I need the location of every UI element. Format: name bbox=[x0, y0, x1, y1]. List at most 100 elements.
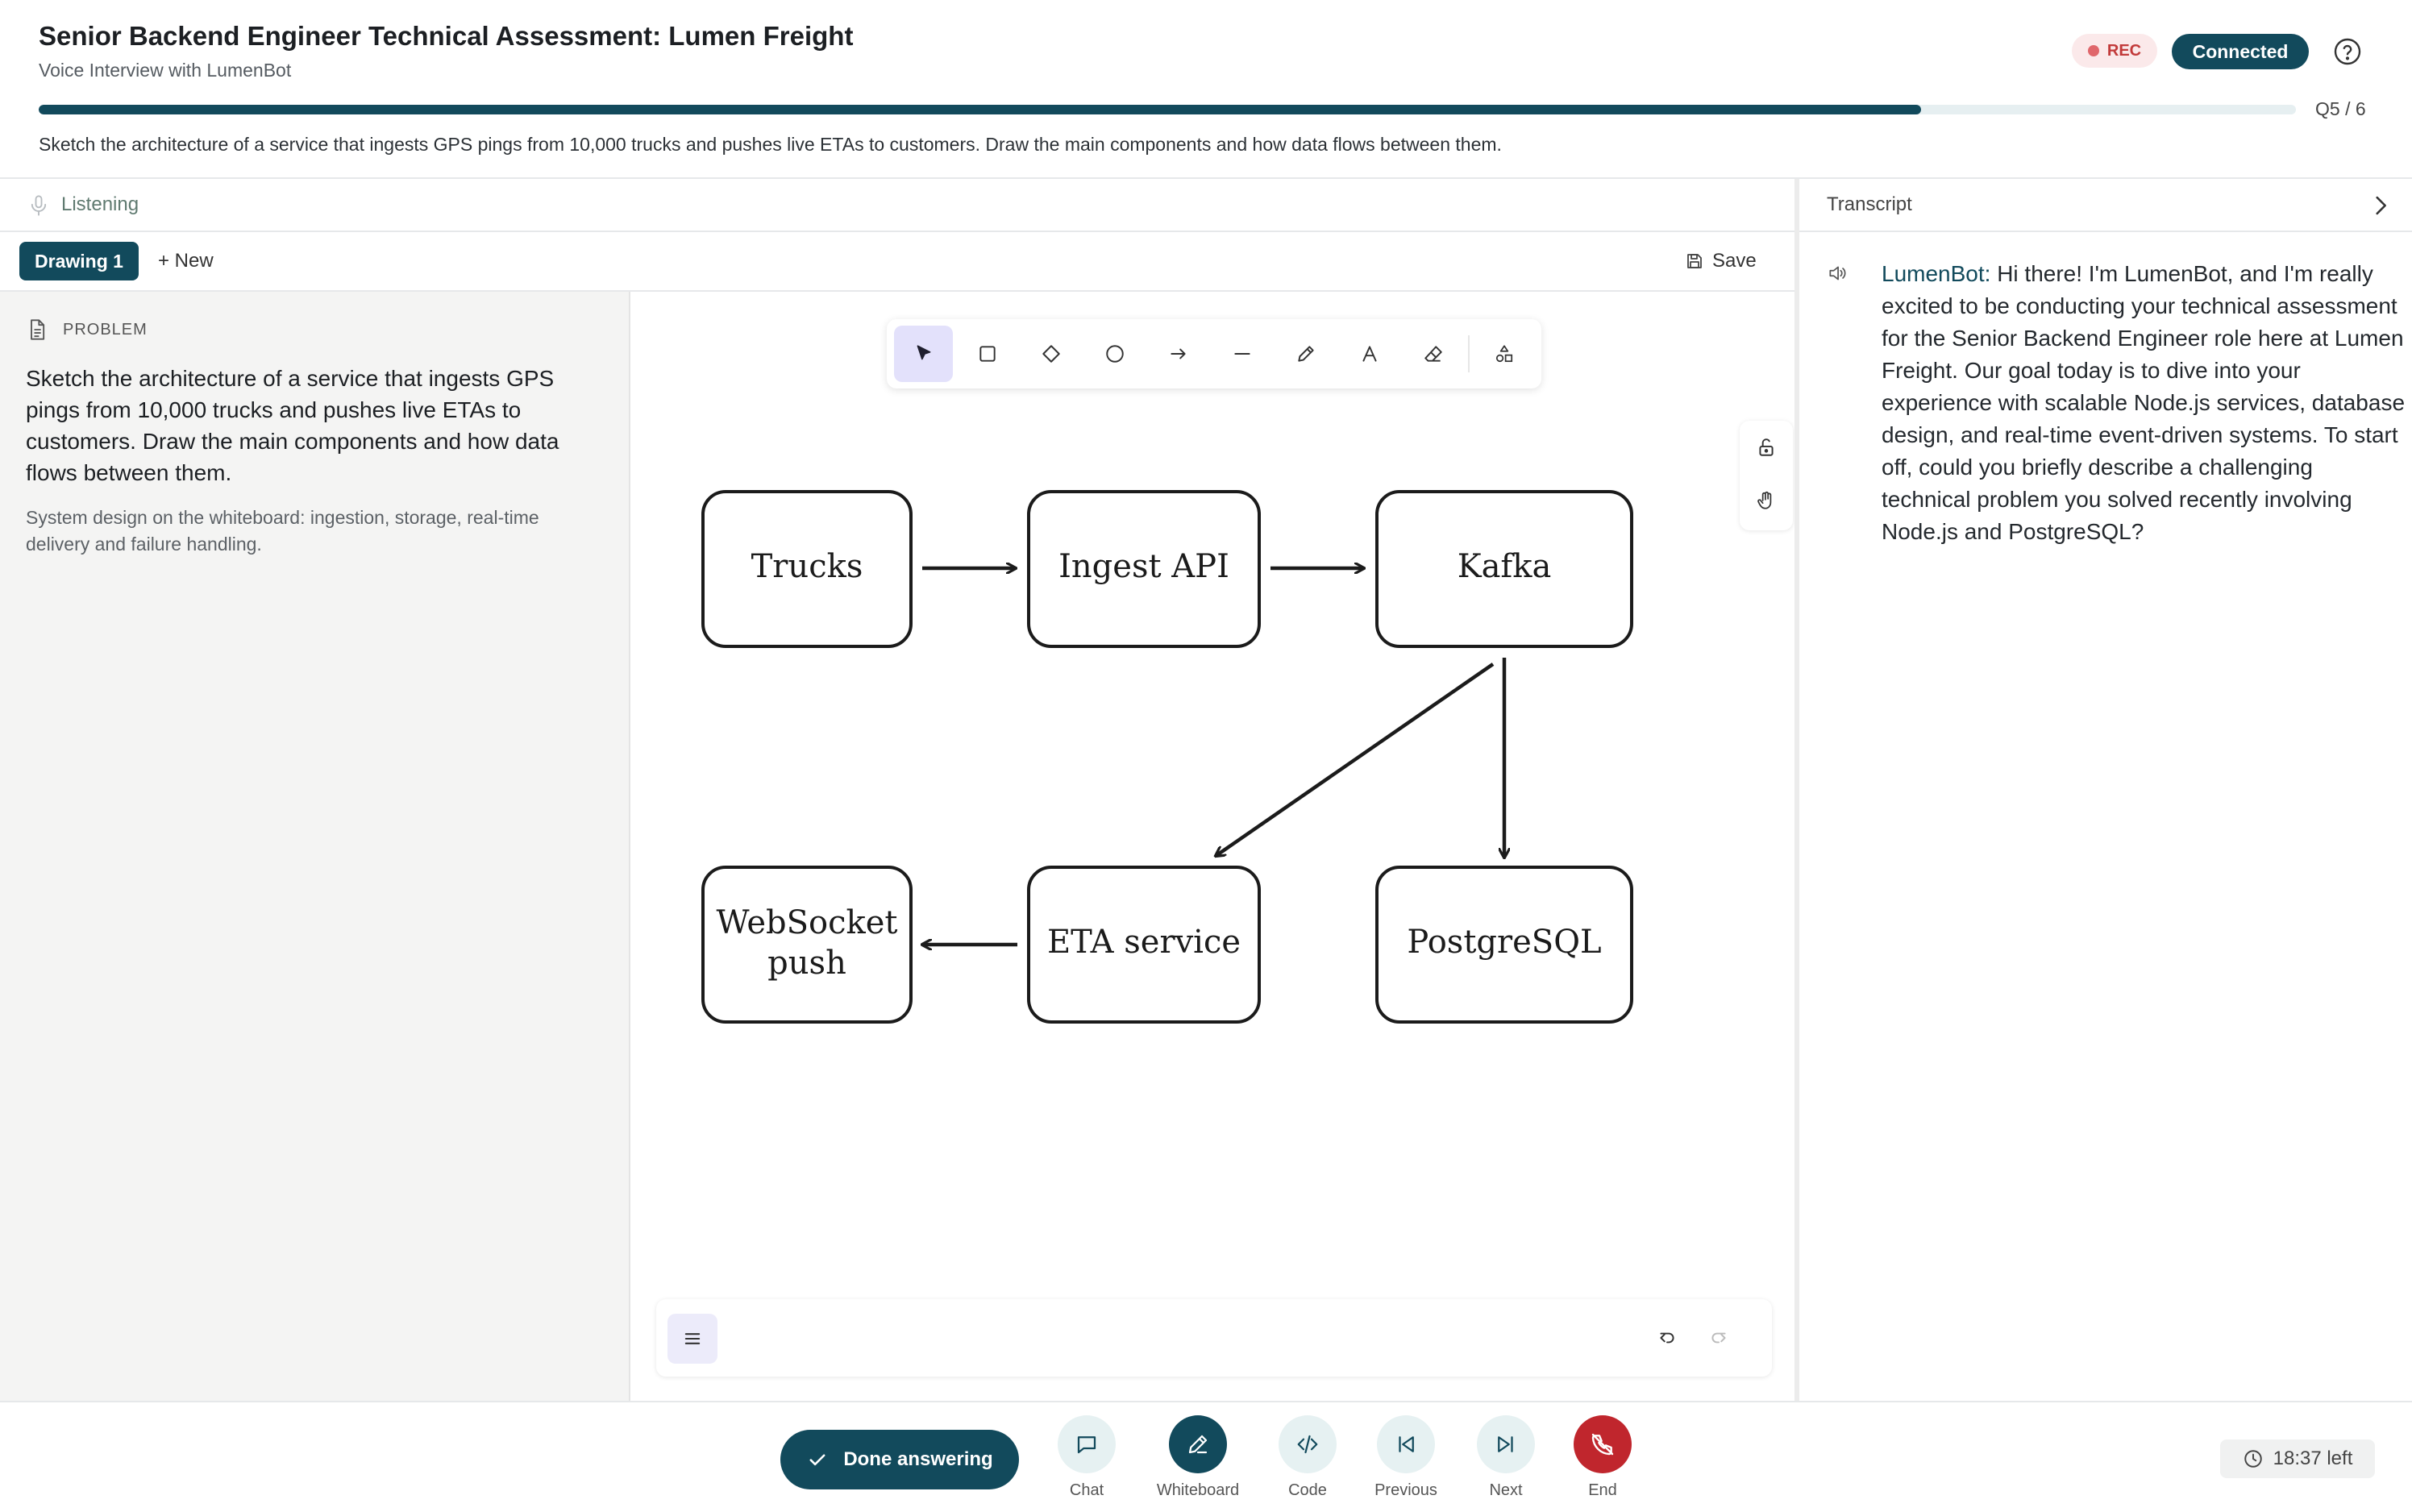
line-tool[interactable] bbox=[1212, 326, 1271, 382]
transcript-title: Transcript bbox=[1827, 193, 1912, 215]
arrow-icon bbox=[1170, 348, 1186, 359]
previous-label: Previous bbox=[1374, 1481, 1437, 1499]
shapes-library-tool[interactable] bbox=[1475, 326, 1534, 382]
undo-button[interactable] bbox=[1648, 1319, 1686, 1357]
problem-note: System design on the whiteboard: ingesti… bbox=[26, 507, 539, 555]
node-trucks[interactable]: Trucks bbox=[701, 490, 913, 648]
text-icon bbox=[1362, 346, 1377, 362]
rec-badge: REC bbox=[2072, 34, 2157, 68]
rectangle-tool[interactable] bbox=[958, 326, 1017, 382]
architecture-diagram[interactable]: Trucks Ingest API Kafka WebSocket push E… bbox=[634, 292, 1794, 1291]
previous-button-circle[interactable] bbox=[1377, 1415, 1435, 1473]
help-icon bbox=[2334, 38, 2361, 65]
save-button[interactable]: Save bbox=[1685, 242, 1757, 280]
new-drawing-button[interactable]: + New bbox=[158, 242, 214, 280]
code-button[interactable]: Code bbox=[1259, 1415, 1356, 1504]
pencil-tool[interactable] bbox=[1276, 326, 1335, 382]
current-question: Sketch the architecture of a service tha… bbox=[39, 134, 1502, 155]
check-icon bbox=[809, 1454, 825, 1466]
problem-heading: PROBLEM bbox=[26, 318, 148, 342]
chat-button-circle[interactable] bbox=[1058, 1415, 1116, 1473]
document-icon bbox=[31, 319, 45, 340]
question-progress-bar bbox=[39, 105, 2296, 114]
canvas-menu-button[interactable] bbox=[667, 1314, 717, 1364]
next-button[interactable]: Next bbox=[1458, 1415, 1554, 1504]
hand-icon bbox=[1757, 491, 1772, 509]
node-postgresql[interactable]: PostgreSQL bbox=[1375, 866, 1633, 1024]
page-title: Senior Backend Engineer Technical Assess… bbox=[39, 21, 854, 51]
chat-icon bbox=[1077, 1436, 1096, 1454]
redo-icon bbox=[1711, 1332, 1726, 1344]
node-kafka-label: Kafka bbox=[1458, 548, 1552, 585]
help-button[interactable] bbox=[2333, 37, 2362, 66]
node-websocket-label-line1: WebSocket bbox=[717, 904, 898, 941]
node-trucks-label: Trucks bbox=[751, 548, 863, 585]
code-icon bbox=[1297, 1435, 1318, 1454]
code-button-circle[interactable] bbox=[1279, 1415, 1337, 1473]
question-progress-fill bbox=[39, 105, 1922, 114]
undo-icon bbox=[1660, 1332, 1674, 1344]
ellipse-tool[interactable] bbox=[1085, 326, 1144, 382]
diamond-tool[interactable] bbox=[1021, 326, 1080, 382]
edge-kafka-to-eta[interactable] bbox=[1216, 663, 1495, 856]
end-label: End bbox=[1588, 1481, 1617, 1499]
problem-statement: Sketch the architecture of a service tha… bbox=[26, 366, 559, 485]
select-icon bbox=[917, 345, 930, 360]
menu-icon bbox=[684, 1333, 701, 1344]
rec-dot-icon bbox=[2087, 45, 2099, 56]
node-websocket-push[interactable]: WebSocket push bbox=[701, 866, 913, 1024]
pen-icon bbox=[1188, 1435, 1208, 1454]
whiteboard-button-circle[interactable] bbox=[1169, 1415, 1227, 1473]
message-body: Hi there! I'm LumenBot, and I'm really e… bbox=[1882, 261, 2406, 544]
whiteboard-button[interactable]: Whiteboard bbox=[1150, 1415, 1246, 1504]
rectangle-icon bbox=[979, 346, 996, 362]
eraser-tool[interactable] bbox=[1404, 326, 1462, 382]
speaker-icon bbox=[1829, 266, 1846, 280]
end-call-button[interactable]: End bbox=[1554, 1415, 1651, 1504]
skip-forward-icon bbox=[1498, 1436, 1513, 1452]
canvas-bottom-bar bbox=[656, 1299, 1772, 1377]
node-ingest-api[interactable]: Ingest API bbox=[1027, 490, 1261, 648]
toolbar-divider bbox=[1468, 335, 1470, 372]
skip-back-icon bbox=[1399, 1436, 1414, 1452]
chat-label: Chat bbox=[1069, 1481, 1104, 1499]
whiteboard-canvas[interactable]: Trucks Ingest API Kafka WebSocket push E… bbox=[634, 292, 1794, 1401]
code-label: Code bbox=[1288, 1481, 1327, 1499]
node-kafka[interactable]: Kafka bbox=[1375, 490, 1633, 648]
select-tool[interactable] bbox=[894, 326, 953, 382]
next-button-circle[interactable] bbox=[1477, 1415, 1535, 1473]
problem-panel: PROBLEM Sketch the architecture of a ser… bbox=[0, 292, 630, 1401]
save-label: Save bbox=[1712, 250, 1757, 272]
next-label: Next bbox=[1489, 1481, 1523, 1499]
ellipse-icon bbox=[1105, 345, 1124, 363]
page-subtitle: Voice Interview with LumenBot bbox=[39, 60, 292, 81]
pan-button[interactable] bbox=[1740, 474, 1793, 527]
tab-drawing-1[interactable]: Drawing 1 bbox=[19, 242, 139, 280]
save-icon bbox=[1687, 254, 1702, 268]
pencil-icon bbox=[1297, 346, 1314, 362]
transcript-header: Transcript bbox=[1799, 179, 2412, 232]
node-ingest-api-label: Ingest API bbox=[1058, 548, 1229, 585]
done-answering-button[interactable]: Done answering bbox=[780, 1430, 1019, 1489]
transcript-message-text: LumenBot: Hi there! I'm LumenBot, and I'… bbox=[1882, 258, 2406, 548]
node-eta-service-label: ETA service bbox=[1047, 924, 1241, 961]
message-speaker: LumenBot: bbox=[1882, 261, 1991, 286]
end-call-button-circle[interactable] bbox=[1574, 1415, 1632, 1473]
microphone-icon bbox=[31, 195, 47, 216]
node-eta-service[interactable]: ETA service bbox=[1027, 866, 1261, 1024]
chat-button[interactable]: Chat bbox=[1038, 1415, 1135, 1504]
unlock-icon bbox=[1759, 438, 1774, 456]
redo-button[interactable] bbox=[1699, 1319, 1738, 1357]
previous-button[interactable]: Previous bbox=[1358, 1415, 1454, 1504]
text-tool[interactable] bbox=[1340, 326, 1399, 382]
done-answering-label: Done answering bbox=[843, 1448, 993, 1470]
drawing-toolbar bbox=[887, 319, 1541, 388]
shapes-library-icon bbox=[1496, 345, 1513, 363]
interview-controls-bar: Done answering Chat Whiteboard Code Prev… bbox=[0, 1401, 2412, 1512]
arrow-tool[interactable] bbox=[1149, 326, 1208, 382]
time-remaining-label: 18:37 left bbox=[2273, 1448, 2353, 1469]
whiteboard-label: Whiteboard bbox=[1156, 1481, 1240, 1499]
node-postgresql-label: PostgreSQL bbox=[1407, 924, 1601, 961]
collapse-transcript-chevron-icon[interactable] bbox=[2367, 192, 2394, 219]
lock-button[interactable] bbox=[1740, 421, 1793, 474]
